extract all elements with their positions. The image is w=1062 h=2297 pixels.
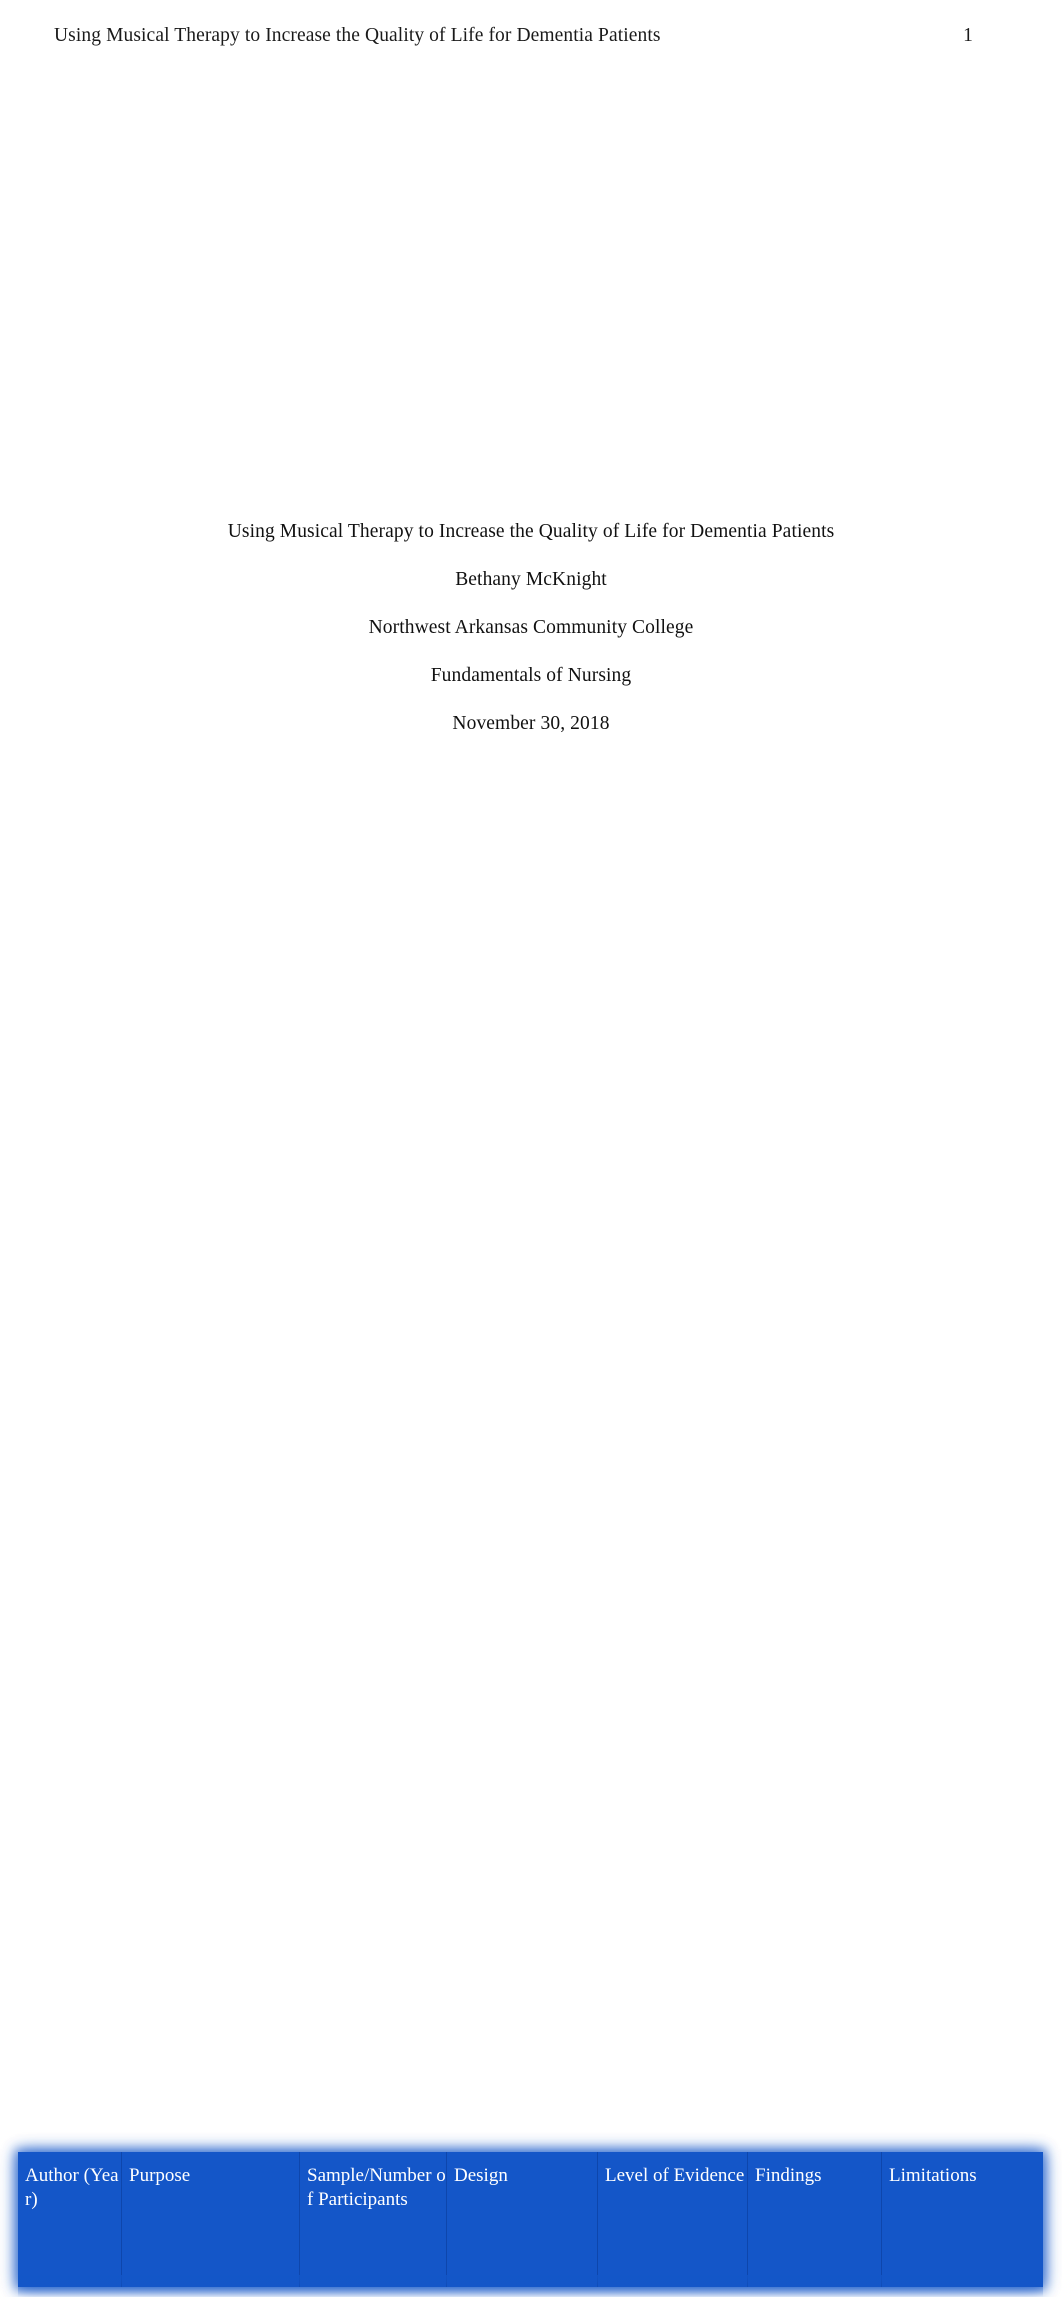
table-header-cell-design: Design: [447, 2152, 598, 2287]
table-header-label: Author (Year): [25, 2165, 119, 2210]
evidence-table-wrapper: Author (Year) Purpose Sample/Number of P…: [0, 1062, 1062, 2297]
table-header-label: Sample/Number of Participants: [307, 2165, 446, 2210]
author-name: Bethany McKnight: [455, 569, 607, 590]
table-header-cell-limitations: Limitations: [882, 2152, 1043, 2287]
table-header-label: Purpose: [129, 2165, 191, 2186]
table-header-label: Findings: [755, 2165, 822, 2186]
evidence-table-header-row: Author (Year) Purpose Sample/Number of P…: [18, 2152, 1043, 2297]
submission-date: November 30, 2018: [452, 713, 610, 734]
table-header-label: Level of Evidence: [605, 2165, 745, 2186]
table-header-cell-author: Author (Year): [18, 2152, 122, 2287]
title-block: Using Musical Therapy to Increase the Qu…: [0, 508, 1062, 748]
table-header-label: Design: [454, 2165, 508, 2186]
institution-name: Northwest Arkansas Community College: [368, 617, 694, 638]
table-header-label: Limitations: [889, 2165, 977, 2186]
page-header: Using Musical Therapy to Increase the Qu…: [54, 22, 973, 50]
course-name: Fundamentals of Nursing: [430, 665, 632, 686]
page-number: 1: [963, 25, 973, 46]
table-header-cell-level-of-evidence: Level of Evidence: [598, 2152, 748, 2287]
table-header-cell-purpose: Purpose: [122, 2152, 300, 2287]
table-header-cell-findings: Findings: [748, 2152, 882, 2287]
running-head: Using Musical Therapy to Increase the Qu…: [54, 25, 661, 46]
table-header-cell-sample: Sample/Number of Participants: [300, 2152, 447, 2287]
paper-title: Using Musical Therapy to Increase the Qu…: [227, 521, 835, 542]
